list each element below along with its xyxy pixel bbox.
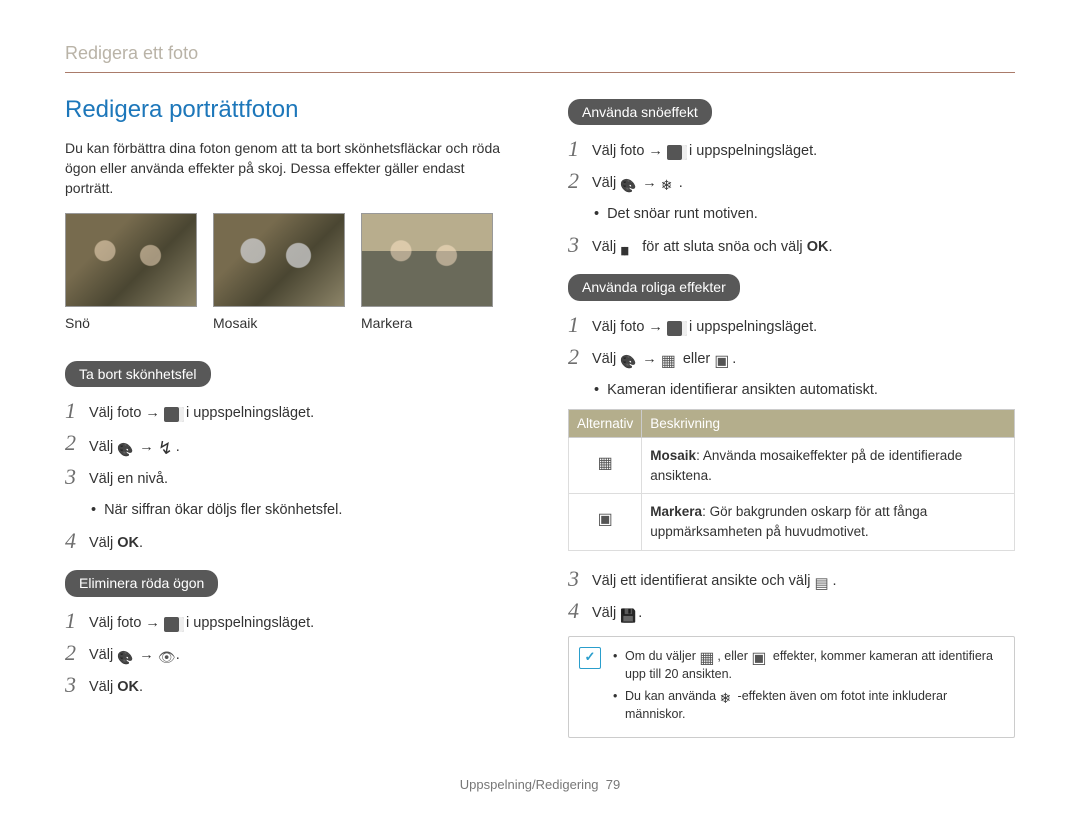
table-header-option: Alternativ <box>569 409 642 438</box>
snow-icon <box>720 688 738 703</box>
edit-mode-icon <box>164 616 182 631</box>
highlight-icon <box>714 350 732 365</box>
face-select-icon <box>814 573 832 588</box>
image-label-snow: Snö <box>65 313 197 333</box>
palette-icon <box>620 176 638 191</box>
page-header: Redigera ett foto <box>65 40 1015 66</box>
header-rule <box>65 72 1015 73</box>
edit-mode-icon <box>164 406 182 421</box>
retouch-icon <box>158 435 176 450</box>
arrow-icon <box>644 319 667 335</box>
ok-icon: OK <box>117 535 139 551</box>
arrow-icon <box>135 647 158 663</box>
section-title: Redigera porträttfoton <box>65 93 512 128</box>
table-row: Mosaik: Använda mosaikeffekter på de ide… <box>569 438 1015 494</box>
highlight-icon <box>751 647 769 662</box>
steps-red-eye: 1 Välj foto i uppspelningsläget. 2 Välj … <box>65 609 512 698</box>
mosaic-icon <box>661 350 679 365</box>
palette-icon <box>117 440 135 455</box>
pill-snow-effect: Använda snöeffekt <box>568 99 712 125</box>
arrow-icon <box>638 175 661 191</box>
arrow-icon <box>638 351 661 367</box>
pause-icon <box>620 240 638 255</box>
arrow-icon <box>135 439 158 455</box>
pill-fun-effects: Använda roliga effekter <box>568 274 740 300</box>
image-label-mosaic: Mosaik <box>213 313 345 333</box>
image-label-highlight: Markera <box>361 313 493 333</box>
sample-image-mosaic <box>213 213 345 307</box>
red-eye-icon <box>158 647 176 662</box>
table-header-description: Beskrivning <box>642 409 1015 438</box>
pill-red-eye: Eliminera röda ögon <box>65 570 218 596</box>
right-column: Använda snöeffekt 1 Välj foto i uppspeln… <box>568 93 1015 738</box>
sample-image-labels: Snö Mosaik Markera <box>65 313 512 333</box>
edit-mode-icon <box>667 320 685 335</box>
page-footer: Uppspelning/Redigering 79 <box>0 776 1080 795</box>
ok-icon: OK <box>117 679 139 695</box>
mosaic-icon <box>596 449 614 464</box>
sub-bullet: Kameran identifierar ansikten automatisk… <box>594 380 1015 401</box>
pill-remove-blemishes: Ta bort skönhetsfel <box>65 361 211 387</box>
info-box: ✓ Om du väljer , eller effekter, kommer … <box>568 636 1015 739</box>
mosaic-icon <box>699 647 717 662</box>
sample-image-highlight <box>361 213 493 307</box>
steps-remove-blemishes: 1 Välj foto i uppspelningsläget. 2 Välj … <box>65 399 512 490</box>
table-row: Markera: Gör bakgrunden oskarp för att f… <box>569 494 1015 550</box>
snow-icon <box>661 175 679 190</box>
steps-snow-effect: 1 Välj foto i uppspelningsläget. 2 Välj … <box>568 137 1015 194</box>
sub-bullet: Det snöar runt motiven. <box>594 204 1015 225</box>
arrow-icon <box>141 615 164 631</box>
ok-icon: OK <box>807 239 829 255</box>
intro-text: Du kan förbättra dina foton genom att ta… <box>65 138 512 199</box>
effects-table: Alternativ Beskrivning Mosaik: Använda m… <box>568 409 1015 551</box>
palette-icon <box>620 352 638 367</box>
arrow-icon <box>141 405 164 421</box>
save-icon <box>620 606 638 621</box>
highlight-icon <box>596 505 614 520</box>
note-icon: ✓ <box>579 647 601 669</box>
sub-bullet: När siffran ökar döljs fler skönhetsfel. <box>91 500 512 521</box>
sample-image-snow <box>65 213 197 307</box>
arrow-icon <box>644 143 667 159</box>
sample-image-row <box>65 213 512 307</box>
steps-fun-effects: 1 Välj foto i uppspelningsläget. 2 Välj … <box>568 313 1015 370</box>
left-column: Redigera porträttfoton Du kan förbättra … <box>65 93 512 738</box>
edit-mode-icon <box>667 144 685 159</box>
palette-icon <box>117 648 135 663</box>
